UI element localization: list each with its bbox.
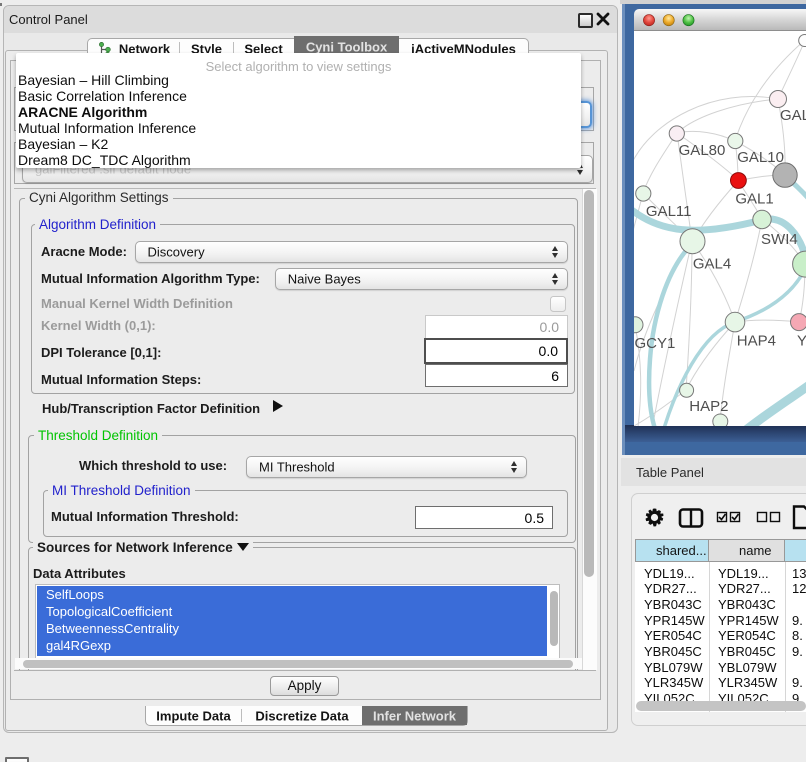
svg-text:GAL4: GAL4 (693, 255, 731, 272)
svg-text:Y: Y (797, 332, 806, 349)
svg-text:GAL80: GAL80 (679, 142, 726, 159)
svg-text:SWI4: SWI4 (761, 231, 798, 248)
svg-text:GCY1: GCY1 (635, 335, 676, 352)
svg-text:GAL11: GAL11 (646, 203, 692, 220)
svg-text:GAL10: GAL10 (737, 149, 784, 166)
svg-text:HAP4: HAP4 (737, 332, 776, 349)
svg-text:GAL2: GAL2 (780, 107, 806, 124)
svg-text:GAL1: GAL1 (735, 190, 773, 207)
svg-text:HAP2: HAP2 (689, 398, 728, 415)
